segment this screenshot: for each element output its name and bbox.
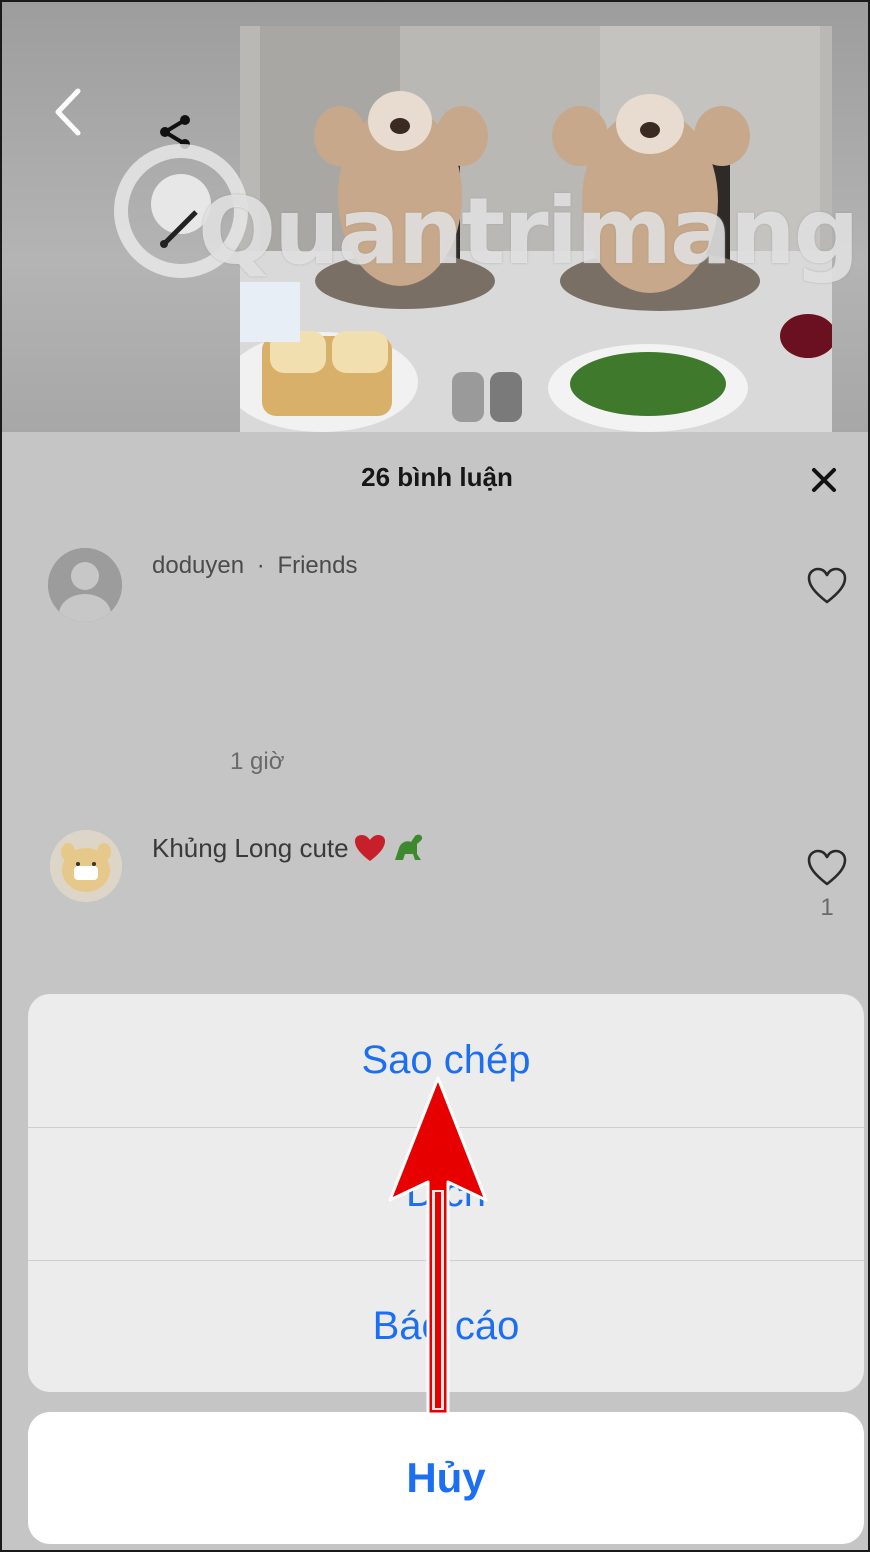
avatar[interactable] [50,830,122,902]
cartoon-avatar-icon [50,830,122,902]
comment-text[interactable]: Khủng Long cute [152,832,427,864]
comment-body: Khủng Long cute [152,832,349,863]
heart-outline-icon [807,849,847,886]
comments-count-title: 26 bình luận [361,462,513,492]
chevron-left-icon [55,88,81,136]
translate-button[interactable]: Dịch [28,1127,864,1259]
heart-outline-icon [807,567,847,604]
close-comments-button[interactable] [802,458,846,502]
video-area[interactable]: Quantrimang [2,2,868,432]
red-heart-emoji-icon [354,835,385,861]
username-separator: · [256,552,265,579]
comment-username[interactable]: doduyen [152,552,244,579]
back-button[interactable] [40,84,96,140]
default-avatar-icon [48,548,122,622]
screen-frame: Quantrimang 26 bình luận doduyen · Frien… [0,0,870,1552]
close-icon [812,468,836,492]
like-button[interactable] [806,566,848,606]
comment-timestamp: 1 giờ [230,748,285,775]
comment-author[interactable]: doduyen · Friends [152,552,357,580]
friends-tag: Friends [277,552,358,579]
action-sheet: Sao chép Dịch Báo cáo [28,994,864,1392]
cancel-button[interactable]: Hủy [28,1412,864,1544]
like-count: 1 [820,894,834,921]
avatar[interactable] [48,548,122,622]
like-button[interactable] [806,848,848,888]
dinosaur-emoji-icon [394,834,422,860]
watermark-text: Quantrimang [198,178,859,285]
copy-button[interactable]: Sao chép [28,994,864,1126]
report-button[interactable]: Báo cáo [28,1260,864,1392]
